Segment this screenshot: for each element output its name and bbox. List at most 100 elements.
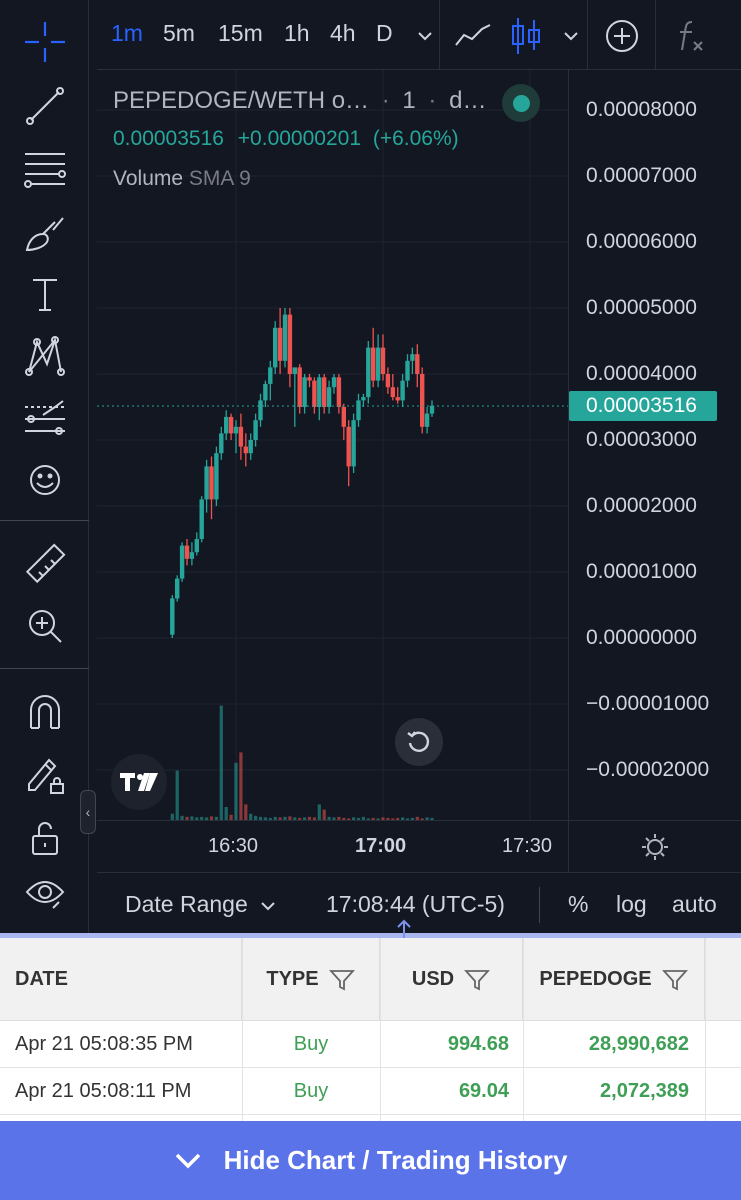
crosshair-tool[interactable] xyxy=(14,16,76,68)
current-price-label: 0.00003516 xyxy=(569,390,717,421)
zoom-in-tool[interactable] xyxy=(14,600,76,652)
prediction-tool[interactable] xyxy=(14,393,76,445)
volume-bar xyxy=(234,762,238,820)
compare-button[interactable] xyxy=(598,12,646,60)
collapse-toolbar-button[interactable]: ‹ xyxy=(80,790,96,834)
gear-icon xyxy=(642,833,668,860)
price-tick: 0.00008000 xyxy=(586,98,697,121)
candle-body xyxy=(277,327,283,361)
toolbar-divider xyxy=(439,0,440,70)
visibility-tool[interactable] xyxy=(14,866,76,918)
price-axis[interactable]: 0.00008000 0.00007000 0.00006000 0.00005… xyxy=(568,70,741,820)
chevron-down-icon xyxy=(175,1153,200,1168)
intervals-dropdown[interactable] xyxy=(401,12,449,60)
candle-body xyxy=(341,407,346,427)
symbol-name: PEPEDOGE/WETH o… xyxy=(113,87,370,114)
lock-drawings-tool[interactable] xyxy=(14,748,76,800)
column-header-usd[interactable]: USD xyxy=(380,938,523,1021)
candle-body xyxy=(351,420,356,467)
row-type: Buy xyxy=(293,1080,329,1102)
interval-1h[interactable]: 1h xyxy=(284,20,310,47)
volume-legend[interactable]: Volume SMA 9 xyxy=(113,167,251,191)
candle-body xyxy=(415,354,420,374)
timezone-clock[interactable]: 17:08:44 (UTC-5) xyxy=(326,891,505,918)
candle-body xyxy=(312,380,317,407)
filter-icon[interactable] xyxy=(661,968,688,992)
market-status-indicator[interactable] xyxy=(502,84,540,122)
row-amount: 2,072,389 xyxy=(600,1080,689,1102)
candle-body xyxy=(258,400,263,421)
time-tick: 16:30 xyxy=(208,835,259,857)
row-date: Apr 21 05:08:11 PM xyxy=(15,1080,192,1102)
interval-15m[interactable]: 15m xyxy=(218,20,263,47)
toolbar-divider xyxy=(0,668,89,669)
candle-body xyxy=(385,374,391,388)
column-header-type[interactable]: TYPE xyxy=(242,938,380,1021)
candle-body xyxy=(405,360,410,381)
hide-chart-button[interactable]: Hide Chart / Trading History xyxy=(0,1121,741,1200)
toolbar-divider xyxy=(587,0,588,70)
log-scale-toggle[interactable]: log xyxy=(616,891,647,918)
chart-settings-button[interactable] xyxy=(568,820,741,872)
interval-4h[interactable]: 4h xyxy=(330,20,356,47)
candle-body xyxy=(268,367,273,384)
crosshair-icon xyxy=(25,22,65,62)
symbol-legend[interactable]: PEPEDOGE/WETH o… · 1 · d… xyxy=(113,87,486,115)
filter-icon[interactable] xyxy=(464,968,491,992)
candle-body xyxy=(273,327,278,368)
top-toolbar: 1m 5m 15m 1h 4h D xyxy=(97,0,741,70)
table-row[interactable]: Apr 21 05:08:11 PM Buy 69.04 2,072,389 xyxy=(0,1068,741,1115)
unlock-tool[interactable] xyxy=(14,812,76,864)
interval-d[interactable]: D xyxy=(376,20,393,47)
chart-pane[interactable]: PEPEDOGE/WETH o… · 1 · d… 0.00003516 +0.… xyxy=(97,70,568,820)
reset-icon xyxy=(407,731,430,752)
auto-scale-toggle[interactable]: auto xyxy=(672,891,717,918)
chart-style-candles[interactable] xyxy=(502,12,550,60)
add-circle-icon xyxy=(606,20,638,52)
lock-drawing-icon xyxy=(28,758,64,794)
percent-scale-toggle[interactable]: % xyxy=(568,891,588,918)
candle-body xyxy=(219,433,224,454)
candle-body xyxy=(302,377,307,407)
column-header-label: USD xyxy=(411,968,455,990)
hide-chart-label: Hide Chart / Trading History xyxy=(223,1145,568,1175)
table-row[interactable]: Apr 21 05:08:35 PM Buy 994.68 28,990,682 xyxy=(0,1021,741,1068)
fib-lines-tool[interactable] xyxy=(14,142,76,194)
volume-bar xyxy=(244,804,248,820)
candle-body xyxy=(429,405,435,414)
interval-1m[interactable]: 1m xyxy=(111,20,143,47)
pattern-tool[interactable] xyxy=(14,330,76,382)
status-dot-icon xyxy=(512,94,530,112)
candle-body xyxy=(243,446,248,454)
candle-body xyxy=(326,387,332,407)
text-tool[interactable] xyxy=(14,268,76,320)
indicators-button[interactable] xyxy=(666,12,714,60)
candle-body xyxy=(189,552,195,559)
trend-line-tool[interactable] xyxy=(14,80,76,132)
ruler-tool[interactable] xyxy=(14,538,76,590)
brush-tool[interactable] xyxy=(14,206,76,258)
candle-body xyxy=(395,397,400,401)
volume-bar xyxy=(224,807,228,820)
chevron-left-icon: ‹ xyxy=(85,804,91,820)
date-range-button[interactable]: Date Range xyxy=(125,891,276,918)
interval-5m[interactable]: 5m xyxy=(163,20,195,47)
row-type: Buy xyxy=(293,1033,329,1055)
magnet-tool[interactable] xyxy=(14,686,76,738)
time-axis[interactable]: 16:30 17:00 17:30 xyxy=(97,820,568,872)
ruler-icon xyxy=(25,543,66,584)
row-usd: 994.68 xyxy=(447,1033,509,1055)
column-header-pepedoge[interactable]: PEPEDOGE xyxy=(523,938,705,1021)
candle-body xyxy=(371,347,376,381)
emoji-tool[interactable] xyxy=(14,454,76,506)
candle-body xyxy=(248,440,253,454)
candle-body xyxy=(263,383,268,401)
column-header-date[interactable]: DATE xyxy=(0,938,242,1021)
volume-bar xyxy=(322,809,326,820)
reset-chart-button[interactable] xyxy=(395,718,443,766)
tradingview-logo[interactable] xyxy=(111,754,167,810)
chart-style-line[interactable] xyxy=(449,12,497,60)
filter-icon[interactable] xyxy=(328,968,355,992)
chevron-down-icon xyxy=(261,902,275,911)
toolbar-divider xyxy=(655,0,656,70)
